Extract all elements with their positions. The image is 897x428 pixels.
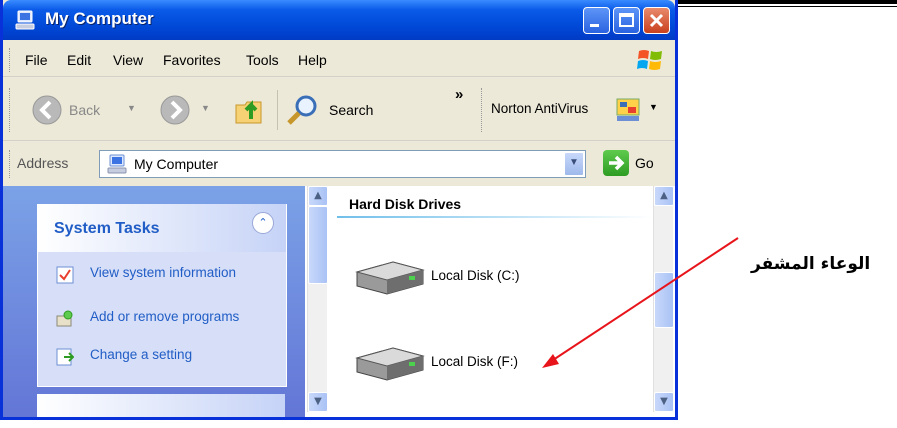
go-arrow-icon: [609, 155, 625, 171]
drive-label: Local Disk (C:): [431, 268, 520, 283]
minimize-icon: [590, 24, 599, 27]
toolbar-grip[interactable]: [9, 88, 12, 132]
title-bar[interactable]: My Computer: [3, 0, 675, 40]
menu-grip[interactable]: [9, 48, 12, 72]
window-title: My Computer: [45, 9, 154, 28]
task-label: Add or remove programs: [90, 309, 240, 324]
go-button[interactable]: [603, 150, 629, 176]
menu-help[interactable]: Help: [298, 52, 327, 68]
address-value: My Computer: [134, 156, 219, 172]
system-tasks-title: System Tasks: [54, 220, 160, 237]
system-info-icon: [56, 266, 74, 284]
my-computer-icon: [15, 10, 35, 30]
my-computer-small-icon: [107, 154, 127, 174]
search-icon: [287, 95, 317, 125]
task-pane-scrollbar[interactable]: ▲ ▼: [307, 186, 328, 412]
toolbar-separator: [277, 90, 278, 130]
task-label: Change a setting: [90, 347, 193, 362]
back-dropdown-icon[interactable]: ▼: [127, 103, 136, 113]
norton-antivirus-icon[interactable]: [615, 97, 641, 123]
task-pane: System Tasks ⌃ View system information A…: [3, 186, 305, 417]
menu-favorites[interactable]: Favorites: [163, 52, 221, 68]
maximize-button[interactable]: [613, 7, 640, 34]
drive-c[interactable]: Local Disk (C:): [353, 256, 643, 296]
scroll-down-button[interactable]: ▼: [654, 392, 674, 412]
menu-edit[interactable]: Edit: [67, 52, 91, 68]
section-divider: [337, 216, 653, 218]
close-icon: [649, 13, 664, 28]
up-folder-icon: [235, 100, 262, 124]
toolbar-overflow-chevron[interactable]: »: [455, 86, 463, 103]
norton-antivirus-label[interactable]: Norton AntiVirus: [491, 101, 588, 116]
hard-disk-icon: [355, 261, 425, 295]
menu-file[interactable]: File: [25, 52, 48, 68]
system-tasks-header[interactable]: System Tasks ⌃: [38, 204, 286, 252]
up-folder-button[interactable]: [233, 90, 269, 130]
menu-tools[interactable]: Tools: [246, 52, 279, 68]
minimize-button[interactable]: [583, 7, 610, 34]
scroll-thumb[interactable]: [654, 272, 674, 328]
drives-pane: Hard Disk Drives Local Disk (C:) Local D…: [329, 186, 653, 417]
forward-button[interactable]: ▼: [153, 92, 219, 128]
windows-logo-icon: [637, 50, 662, 70]
back-label: Back: [69, 102, 101, 118]
scroll-up-button[interactable]: ▲: [654, 186, 674, 206]
maximize-icon: [619, 13, 634, 27]
address-field[interactable]: My Computer ▼: [99, 150, 586, 178]
collapse-icon[interactable]: ⌃: [252, 212, 274, 234]
close-button[interactable]: [643, 7, 670, 34]
address-dropdown-button[interactable]: ▼: [564, 152, 584, 176]
address-label: Address: [17, 155, 69, 171]
system-tasks-panel: System Tasks ⌃ View system information A…: [37, 204, 287, 387]
standard-toolbar: Back ▼ ▼ Search » Norton AntiVirus ▼: [3, 80, 675, 141]
content-area: System Tasks ⌃ View system information A…: [3, 186, 675, 417]
address-grip[interactable]: [9, 150, 12, 178]
control-panel-icon: [56, 348, 74, 366]
next-task-panel-header[interactable]: [37, 394, 285, 417]
drive-f[interactable]: Local Disk (F:): [353, 342, 643, 382]
add-remove-programs-icon: [56, 310, 73, 327]
task-label: View system information: [90, 265, 237, 280]
address-bar: Address My Computer ▼ Go: [3, 144, 675, 184]
scroll-up-button[interactable]: ▲: [308, 186, 328, 206]
search-label: Search: [329, 102, 374, 118]
hard-disk-icon: [355, 347, 425, 381]
chevron-down-icon: ▼: [569, 157, 579, 168]
norton-dropdown-icon[interactable]: ▼: [649, 102, 658, 112]
scroll-thumb[interactable]: [308, 206, 328, 284]
go-label[interactable]: Go: [635, 155, 654, 171]
search-button[interactable]: Search: [285, 90, 385, 130]
back-arrow-icon: [32, 95, 62, 125]
my-computer-window: My Computer File Edit View Favorites Too…: [0, 0, 678, 420]
back-button[interactable]: Back ▼: [23, 92, 147, 128]
drive-label: Local Disk (F:): [431, 354, 519, 369]
menu-view[interactable]: View: [113, 52, 143, 68]
hard-disk-drives-heading: Hard Disk Drives: [349, 196, 462, 212]
forward-dropdown-icon[interactable]: ▼: [201, 103, 210, 113]
norton-toolbar-grip[interactable]: [481, 88, 484, 132]
drives-pane-scrollbar[interactable]: ▲ ▼: [653, 186, 674, 412]
annotation-label: الوعاء المشفر: [751, 254, 871, 274]
scroll-down-button[interactable]: ▼: [308, 392, 328, 412]
menu-bar: File Edit View Favorites Tools Help: [3, 44, 675, 77]
forward-arrow-icon: [160, 95, 190, 125]
